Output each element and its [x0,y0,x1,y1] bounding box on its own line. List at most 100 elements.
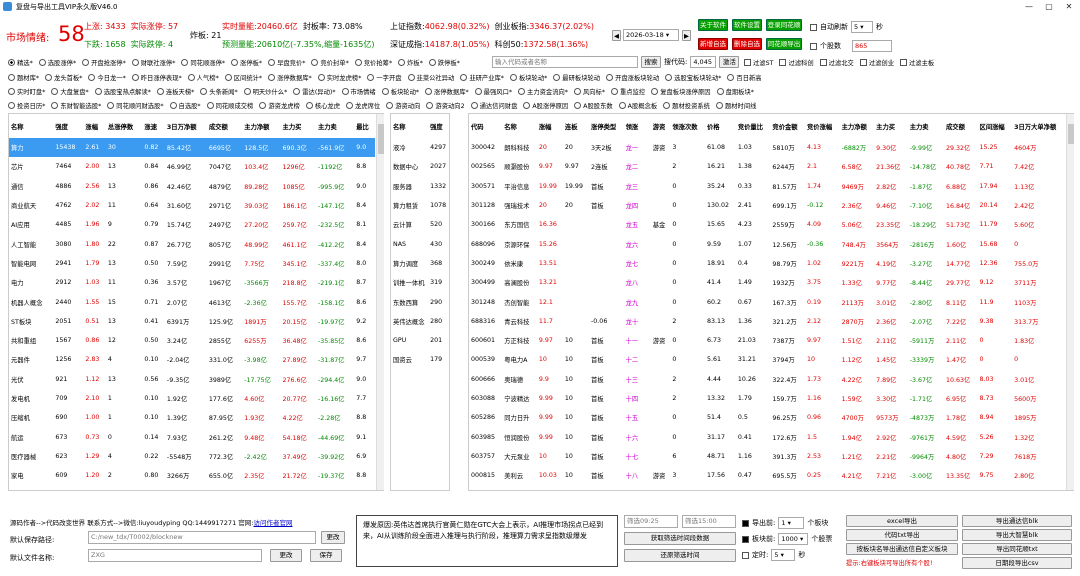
table-row[interactable]: 600666 奥瑞德 9.9 10 首板 十三 2 4.44 10.26 322.4万 1.73 4.… [469,370,1067,389]
table-row[interactable]: 国资云 179 [391,350,449,369]
export-count-select[interactable]: 1 ▾ [778,517,805,529]
file-name-input[interactable]: ZXG [88,549,262,562]
radio-icon[interactable] [293,87,301,95]
radio-icon[interactable] [716,87,724,95]
board-count-select[interactable]: 1000 ▾ [778,533,809,545]
get-filter-data-button[interactable]: 获取筛选时间段数据 [624,532,736,545]
radio-icon[interactable] [425,87,433,95]
radio-icon[interactable] [8,58,15,66]
radio-icon[interactable] [573,87,581,95]
column-header[interactable]: 主力卖 [908,114,944,138]
option-row1-6[interactable]: 早盘竞价* [268,58,305,67]
table-row[interactable]: 服务器 1332 [391,177,449,196]
radio-icon[interactable] [243,87,251,95]
table-row[interactable]: 发电机 709 2.10 1 0.10 1.92亿 177.6亿 4.60亿 20.77亿 -16… [9,389,375,408]
column-header[interactable]: 最比 [354,114,375,138]
custom-board-export-button[interactable]: 按板块名导出通达信自定义板块 [846,543,958,555]
option-row1-7[interactable]: 竞价封单* [311,58,349,67]
radio-icon[interactable] [398,58,406,66]
maximize-icon[interactable]: ▢ [1042,1,1056,13]
column-header[interactable]: 主力净额 [840,114,875,138]
option-row4-6[interactable]: 核心龙虎 [305,101,340,110]
option-row3-12[interactable]: 风向标* [573,87,605,96]
txt-export-button[interactable]: 代码txt导出 [846,529,958,541]
radio-icon[interactable] [206,101,214,109]
board-count-checkbox[interactable] [742,535,749,543]
column-header[interactable]: 竞价涨幅 [805,114,840,138]
option-row2-7[interactable]: 实时龙虎榜* [317,73,361,82]
radio-icon[interactable] [341,87,349,95]
option-row3-8[interactable]: 板块轮动* [381,87,419,96]
option-row4-5[interactable]: 游资龙虎榜 [259,101,300,110]
column-header[interactable]: 区间涨幅 [978,114,1013,138]
column-header[interactable]: 连板 [563,114,589,138]
query-input[interactable]: 4,045 [690,56,717,68]
checkbox-icon[interactable] [859,58,867,66]
table-row[interactable]: 家电 609 1.20 2 0.80 3266万 655.0亿 2.35亿 21.72亿 -19.… [9,466,375,485]
table-row[interactable]: 603088 宁波精达 9.99 10 首板 十四 2 13.32 1.79 159.7万 1.16… [469,389,1067,408]
table-row[interactable]: 外贸5931.10130.87-9667万2127亿-3.03亿27.75亿-3… [9,485,375,490]
option-row3-6[interactable]: 雷达(异动)* [293,87,336,96]
option-row3-3[interactable]: 连板天梯* [156,87,194,96]
radio-icon[interactable] [169,101,177,109]
option-row1_right-2[interactable]: 过滤北交 [819,58,854,67]
column-header[interactable]: 游资 [651,114,671,138]
radio-icon[interactable] [715,101,723,109]
radio-icon[interactable] [386,101,394,109]
checkbox-icon[interactable] [744,58,751,66]
option-row4-11[interactable]: A股涨停原因 [523,101,568,110]
option-row3-7[interactable]: 市场情绪 [341,87,376,96]
radio-icon[interactable] [224,73,232,81]
radio-icon[interactable] [618,101,626,109]
table-row[interactable]: 600601 方正科技 9.97 10 首板 十一 游资 0 6.73 21.03 7387万 9.9… [469,331,1067,350]
option-row1-3[interactable]: 财联社涨停* [131,58,175,67]
table-row[interactable]: GPU 201 [391,331,449,350]
author-site-link[interactable]: 访问作者官网 [253,519,292,527]
radio-icon[interactable] [131,58,139,66]
table-row[interactable]: ST板块 2051 0.51 13 0.41 6391万 125.9亿 1891万 20.15亿… [9,312,375,331]
option-row2-9[interactable]: 韭菜公社异动 [407,73,454,82]
radio-icon[interactable] [428,58,436,66]
option-row2-13[interactable]: 开盘涨板块轮动 [606,73,659,82]
table-row[interactable]: 压缩机 690 1.00 1 0.10 1.39亿 87.95亿 1.93亿 4.22亿 -2.2… [9,408,375,427]
stock-count-checkbox[interactable] [810,42,817,50]
export-count-checkbox[interactable] [742,519,749,527]
column-header[interactable]: 价格 [705,114,736,138]
stock-table[interactable]: 代码 名称 涨幅 连板 涨停类型 领涨 游资 领涨次数 价格 竞价量比 竞价金额 竞价涨幅 主力净额 主力… [468,113,1074,491]
table-row[interactable]: 算力调度 368 [391,254,449,273]
column-header[interactable]: 竞价金额 [770,114,805,138]
option-row2-12[interactable]: 最研板块轮动 [553,73,600,82]
option-row4-9[interactable]: 游资动向2 [426,101,465,110]
option-row3-4[interactable]: 头条新闻* [200,87,238,96]
radio-icon[interactable] [311,58,319,66]
option-row3-13[interactable]: 重点监控 [611,87,645,96]
radio-icon[interactable] [8,73,15,81]
option-row1-0[interactable]: 精选* [8,58,33,67]
close-icon[interactable]: ✕ [1062,1,1076,13]
radio-icon[interactable] [45,73,53,81]
option-row1-5[interactable]: 涨停板* [231,58,262,67]
column-header[interactable]: 3日万净额 [165,114,207,138]
table-row[interactable]: 算力 15438 2.61 30 0.82 85.42亿 6695亿 128.5亿 690.3亿… [9,138,375,158]
radio-icon[interactable] [346,101,354,109]
table-row[interactable]: 光伏 921 1.12 13 0.56 -9.35亿 3989亿 -17.75亿 276.6亿 -… [9,370,375,389]
option-row4-8[interactable]: 游资动向 [386,101,420,110]
column-header[interactable]: 领涨次数 [670,114,705,138]
radio-icon[interactable] [611,87,618,95]
radio-icon[interactable] [88,73,96,81]
table-row[interactable]: 605286 同力日升 9.99 10 首板 十五 0 51.4 0.5 96.25万 0.96 47… [469,408,1067,427]
radio-icon[interactable] [82,58,90,66]
column-header[interactable]: 主力卖 [316,114,354,138]
table-row[interactable]: 300166 东方国信 16.36 龙五 基金 0 15.65 4.23 2559万 4.09 5.… [469,215,1067,234]
activate-button[interactable]: 激活 [719,56,740,68]
column-header[interactable]: 领涨 [624,114,651,138]
table-row[interactable]: 云计算 520 [391,215,449,234]
column-header[interactable]: 名称 [391,114,428,138]
left-scrollbar[interactable] [376,114,384,490]
table-row[interactable]: 机器人概念 2440 1.55 15 0.71 2.07亿 4613亿 -2.36亿 155.7… [9,292,375,311]
option-row2-3[interactable]: 昨日涨停表现* [131,73,182,82]
radio-icon[interactable] [94,87,102,95]
table-row[interactable]: 通信 4886 2.56 13 0.86 42.46亿 4879亿 89.28亿 1085亿 -9… [9,177,375,196]
concept-table[interactable]: 名称 强度 液冷 4297 数据中心 2027 服务器 1332 算力租赁 1078 云计算 520 N… [390,113,450,491]
date-input[interactable]: 2026-03-18 ▾ [623,29,679,41]
